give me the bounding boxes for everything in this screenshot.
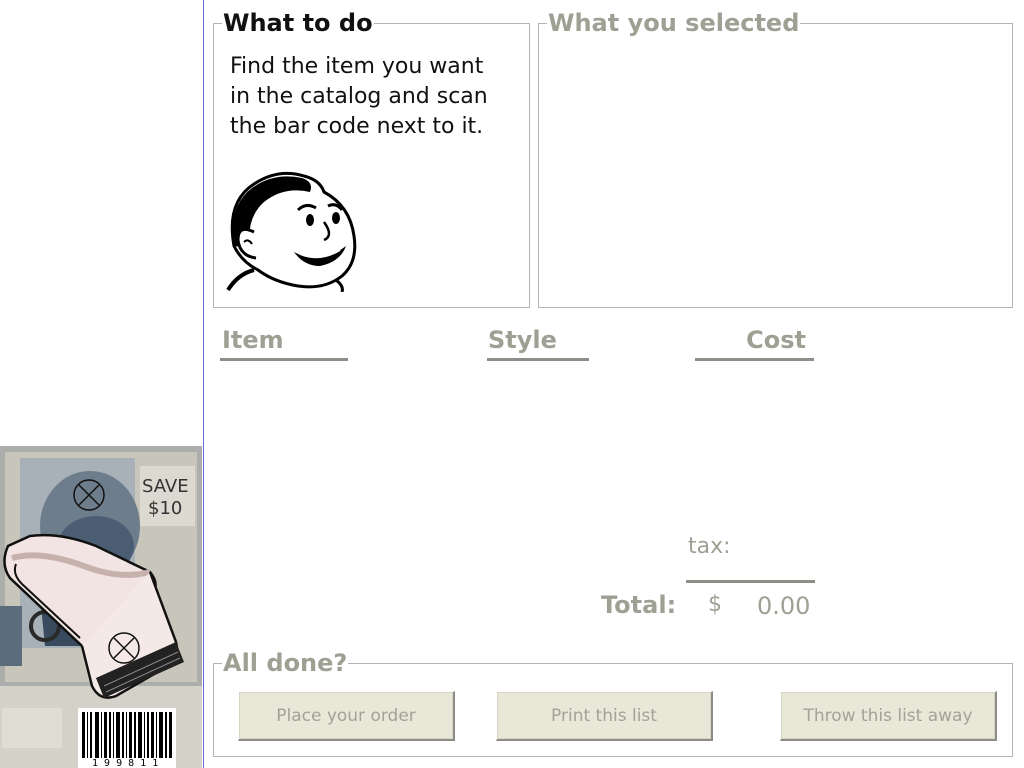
currency-symbol: $ bbox=[708, 592, 722, 617]
column-header-item: Item bbox=[220, 324, 348, 361]
column-header-item-label: Item bbox=[222, 326, 284, 354]
selection-title: What you selected bbox=[548, 9, 800, 37]
total-value: 0.00 bbox=[757, 592, 811, 620]
tax-label: tax: bbox=[688, 534, 731, 559]
vertical-divider bbox=[203, 0, 204, 768]
column-header-style-label: Style bbox=[488, 326, 557, 354]
catalog-scanner-image: SAVE $10 1 9 9 8 1 1 bbox=[0, 446, 202, 768]
instructions-title: What to do bbox=[223, 9, 373, 37]
scanner-illustration: SAVE $10 1 9 9 8 1 1 bbox=[0, 446, 202, 768]
catalog-badge-text-1: SAVE bbox=[142, 476, 189, 497]
column-header-cost: Cost bbox=[695, 324, 814, 361]
left-panel: SAVE $10 1 9 9 8 1 1 bbox=[0, 0, 203, 768]
total-label: Total: bbox=[601, 591, 677, 619]
tax-underline bbox=[686, 580, 815, 583]
throw-list-away-button[interactable]: Throw this list away bbox=[780, 691, 997, 741]
column-header-cost-label: Cost bbox=[746, 326, 806, 354]
catalog-badge-text-2: $10 bbox=[148, 498, 182, 519]
instructions-panel: What to do Find the item you want in the… bbox=[213, 9, 530, 308]
column-header-style: Style bbox=[487, 324, 589, 361]
selection-panel: What you selected bbox=[538, 9, 1013, 308]
all-done-title: All done? bbox=[223, 649, 348, 677]
instructions-text: Find the item you want in the catalog an… bbox=[230, 54, 488, 139]
barcode-number: 1 9 9 8 1 1 bbox=[92, 758, 158, 768]
place-order-button[interactable]: Place your order bbox=[238, 691, 455, 741]
smiling-man-icon bbox=[226, 171, 357, 292]
print-list-button[interactable]: Print this list bbox=[496, 691, 713, 741]
